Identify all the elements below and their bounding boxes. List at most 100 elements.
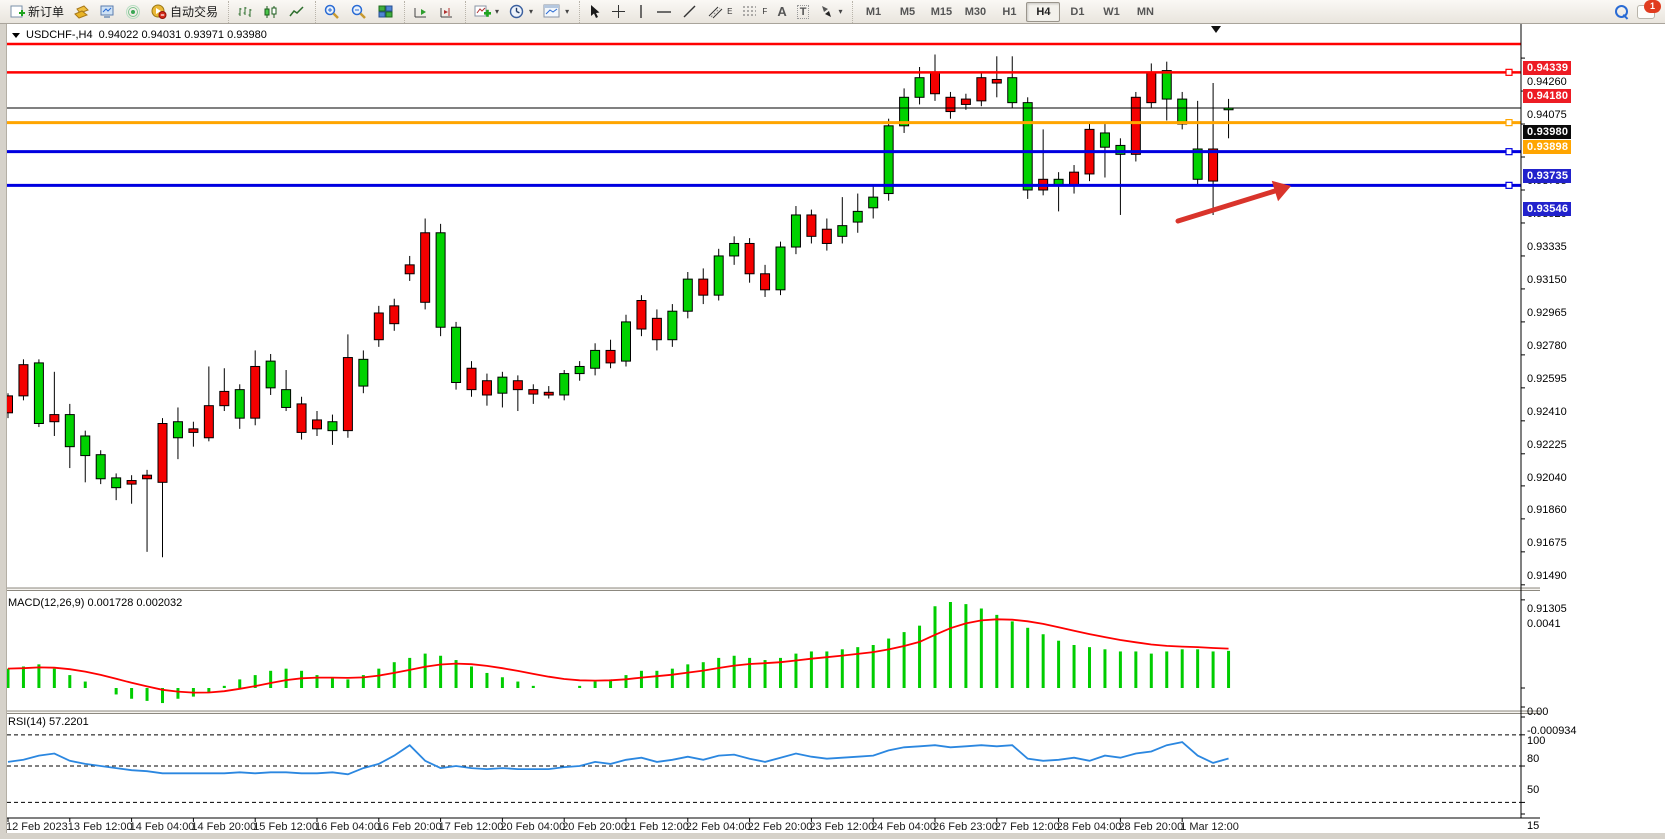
candle-body[interactable] (1023, 103, 1032, 190)
candle-body[interactable] (637, 301, 646, 330)
candle-body[interactable] (204, 406, 213, 438)
arrows-button[interactable]: ▾ (814, 1, 847, 23)
zoom-in-button[interactable] (319, 1, 346, 23)
candle-body[interactable] (513, 381, 522, 390)
hline-handle[interactable] (1506, 149, 1512, 155)
indicators-dropdown-arrow[interactable]: ▾ (495, 7, 499, 16)
candle-body[interactable] (1008, 78, 1017, 103)
templates-button[interactable]: ▾ (538, 1, 574, 23)
candle-body[interactable] (853, 211, 862, 222)
candle-body[interactable] (34, 363, 43, 424)
candle-body[interactable] (220, 391, 229, 405)
timeframe-button-M1[interactable]: M1 (856, 2, 890, 22)
candle-body[interactable] (374, 313, 383, 340)
periods-button[interactable]: ▾ (504, 1, 538, 23)
candle-body[interactable] (1193, 149, 1202, 179)
cursor-button[interactable] (583, 1, 606, 23)
candle-body[interactable] (421, 233, 430, 303)
arrows-dropdown-arrow[interactable]: ▾ (838, 7, 842, 16)
hline-handle[interactable] (1506, 69, 1512, 75)
candle-body[interactable] (591, 350, 600, 368)
candle-body[interactable] (606, 350, 615, 362)
candle-body[interactable] (390, 306, 399, 324)
chat-icon[interactable]: 1 (1637, 5, 1655, 19)
timeframe-button-MN[interactable]: MN (1128, 2, 1162, 22)
tile-windows-button[interactable] (373, 1, 399, 23)
candle-body[interactable] (127, 481, 136, 485)
candle-body[interactable] (1070, 172, 1079, 184)
timeframe-button-D1[interactable]: D1 (1060, 2, 1094, 22)
candle-body[interactable] (776, 247, 785, 290)
vertical-line-button[interactable] (631, 1, 651, 23)
timeframe-button-W1[interactable]: W1 (1094, 2, 1128, 22)
market-watch-button[interactable] (69, 1, 95, 23)
candle-body[interactable] (251, 366, 260, 418)
candle-body[interactable] (328, 422, 337, 431)
candle-body[interactable] (931, 72, 940, 93)
candle-body[interactable] (1147, 72, 1156, 102)
candle-body[interactable] (1209, 149, 1218, 181)
candle-body[interactable] (575, 366, 584, 373)
candle-body[interactable] (65, 415, 74, 447)
candle-body[interactable] (992, 79, 1001, 83)
candle-body[interactable] (452, 327, 461, 382)
candle-body[interactable] (529, 390, 538, 394)
candle-body[interactable] (189, 429, 198, 433)
candle-body[interactable] (173, 422, 182, 438)
candle-body[interactable] (761, 274, 770, 290)
candle-body[interactable] (822, 229, 831, 243)
trendline-button[interactable] (677, 1, 702, 23)
bar-chart-button[interactable] (232, 1, 258, 23)
timeframe-button-H4[interactable]: H4 (1026, 2, 1060, 22)
candle-body[interactable] (544, 392, 553, 395)
candle-body[interactable] (622, 322, 631, 361)
candle-body[interactable] (313, 420, 322, 429)
candle-body[interactable] (1162, 71, 1171, 100)
timeframe-button-H1[interactable]: H1 (992, 2, 1026, 22)
candle-body[interactable] (652, 318, 661, 339)
fibonacci-button[interactable]: F (737, 1, 772, 23)
zoom-out-button[interactable] (346, 1, 373, 23)
equidistant-channel-button[interactable]: E (702, 1, 737, 23)
candle-body[interactable] (730, 243, 739, 255)
candle-body[interactable] (791, 215, 800, 247)
candle-body[interactable] (282, 390, 291, 408)
timeframe-button-M15[interactable]: M15 (924, 2, 958, 22)
candle-body[interactable] (436, 233, 445, 327)
horizontal-line-button[interactable] (651, 1, 677, 23)
candle-body[interactable] (81, 436, 90, 456)
timeframe-button-M5[interactable]: M5 (890, 2, 924, 22)
candle-body[interactable] (467, 368, 476, 389)
candle-body[interactable] (946, 97, 955, 111)
candle-body[interactable] (1131, 97, 1140, 154)
line-chart-button[interactable] (284, 1, 310, 23)
auto-scroll-button[interactable] (408, 1, 434, 23)
new-order-button[interactable]: 新订单 (5, 1, 69, 23)
candle-body[interactable] (560, 374, 569, 395)
text-button[interactable]: A (772, 1, 791, 23)
candle-body[interactable] (50, 415, 59, 422)
candle-body[interactable] (699, 279, 708, 295)
terminal-button[interactable] (95, 1, 121, 23)
text-label-button[interactable]: T (792, 1, 815, 23)
candle-body[interactable] (961, 99, 970, 104)
candle-body[interactable] (19, 365, 28, 396)
candle-body[interactable] (1054, 179, 1063, 184)
candle-body[interactable] (869, 197, 878, 208)
candle-body[interactable] (668, 311, 677, 340)
candle-body[interactable] (343, 358, 352, 431)
candle-body[interactable] (359, 359, 368, 386)
timeframe-button-M30[interactable]: M30 (958, 2, 992, 22)
candle-body[interactable] (498, 377, 507, 393)
chart-canvas[interactable] (0, 24, 1665, 833)
candlestick-chart-button[interactable] (258, 1, 284, 23)
candle-body[interactable] (482, 381, 491, 395)
candle-body[interactable] (297, 404, 306, 433)
candle-body[interactable] (1178, 99, 1187, 124)
candle-body[interactable] (915, 78, 924, 98)
candle-body[interactable] (884, 126, 893, 194)
chart-shift-button[interactable] (434, 1, 460, 23)
candle-body[interactable] (143, 475, 152, 479)
candle-body[interactable] (405, 265, 414, 274)
candle-body[interactable] (977, 78, 986, 101)
